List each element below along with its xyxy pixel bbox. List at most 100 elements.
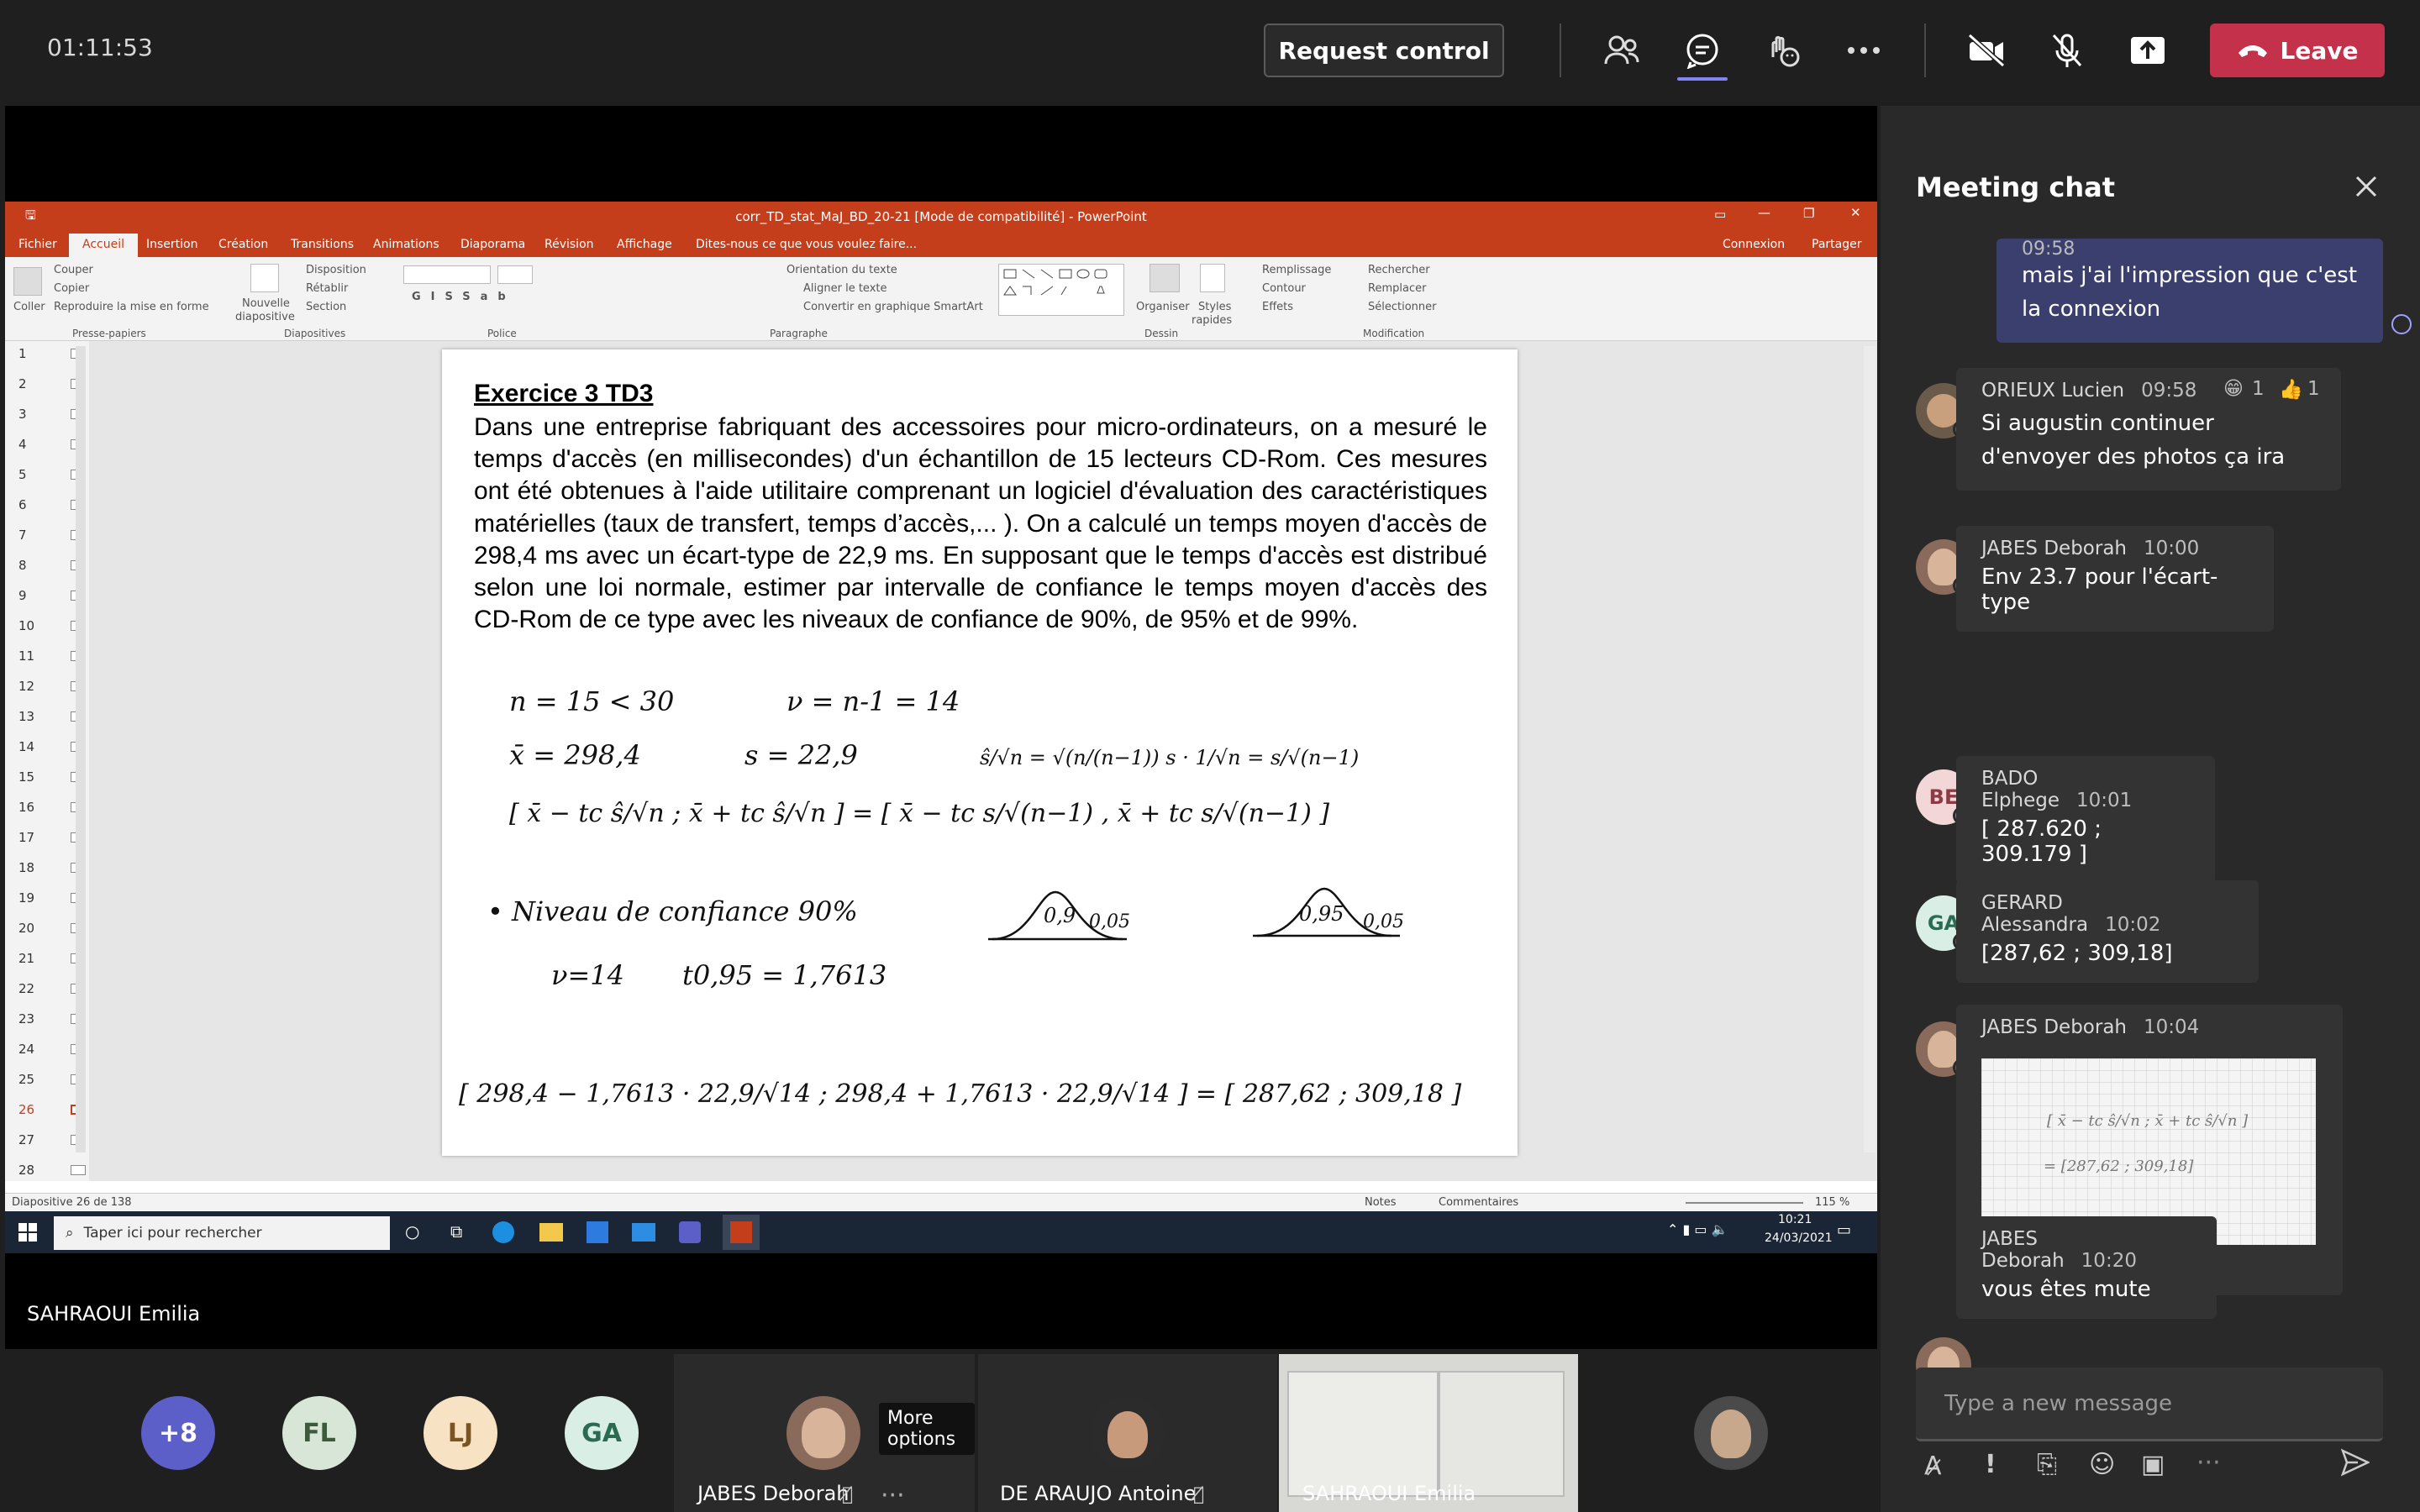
store-icon[interactable] xyxy=(587,1221,608,1243)
cortana-icon[interactable]: ○ xyxy=(405,1221,419,1242)
ribbon-display-icon[interactable]: ▭ xyxy=(1714,207,1726,222)
minimize-icon[interactable]: — xyxy=(1758,205,1770,220)
chat-message[interactable]: BADO Elphege 10:01 [ 287.620 ; 309.179 ] xyxy=(1956,756,2215,884)
more-options-icon[interactable]: ··· xyxy=(881,1481,905,1510)
close-icon[interactable] xyxy=(2341,161,2391,212)
sticker-icon[interactable]: ▣ xyxy=(2141,1450,2165,1479)
format-painter-button[interactable]: Reproduire la mise en forme xyxy=(54,301,209,313)
thumbnail-scrollbar[interactable] xyxy=(76,346,86,1152)
reset-button[interactable]: Rétablir xyxy=(306,282,348,295)
powerpoint-taskbar-button[interactable] xyxy=(723,1215,760,1250)
font-size-box[interactable] xyxy=(497,265,533,284)
arrange-icon[interactable] xyxy=(1150,264,1180,292)
paste-icon[interactable] xyxy=(13,267,42,296)
window-close-icon[interactable]: ✕ xyxy=(1850,205,1861,220)
align-text-button[interactable]: Aligner le texte xyxy=(803,282,886,295)
tab-creation[interactable]: Création xyxy=(218,238,268,251)
leave-button[interactable]: Leave xyxy=(2210,24,2385,77)
chat-message[interactable]: ORIEUX Lucien 09:58 😁 1 👍 1 Si augustin con… xyxy=(1956,368,2341,491)
copy-button[interactable]: Copier xyxy=(54,282,89,295)
quick-styles-icon[interactable] xyxy=(1200,264,1225,292)
tab-affichage[interactable]: Affichage xyxy=(617,238,672,251)
edge-icon[interactable] xyxy=(492,1221,514,1243)
powerpoint-titlebar: corr_TD_stat_MaJ_BD_20-21 [Mode de compa… xyxy=(5,202,1877,232)
format-icon[interactable]: A̷ xyxy=(1924,1452,1942,1481)
comments-button[interactable]: Commentaires xyxy=(1439,1196,1518,1209)
more-participants-button[interactable]: +8 xyxy=(141,1396,215,1470)
request-control-button[interactable]: Request control xyxy=(1264,24,1504,77)
thumbs-up-icon[interactable]: 👍 xyxy=(2279,378,2303,401)
chat-icon[interactable] xyxy=(1677,25,1728,81)
notifications-icon[interactable]: ▭ xyxy=(1837,1221,1851,1239)
tab-diaporama[interactable]: Diaporama xyxy=(460,238,525,251)
share-screen-icon[interactable] xyxy=(2123,25,2173,76)
mail-icon[interactable] xyxy=(632,1223,655,1242)
effects-button[interactable]: Effets xyxy=(1262,301,1293,313)
more-actions-icon[interactable] xyxy=(1839,25,1889,76)
font-name-box[interactable] xyxy=(403,265,491,284)
chat-compose-input[interactable]: Type a new message xyxy=(1916,1368,2383,1441)
shapes-gallery[interactable] xyxy=(998,264,1124,316)
zoom-level[interactable]: 115 % xyxy=(1815,1196,1849,1209)
tab-accueil[interactable]: Accueil xyxy=(69,234,138,257)
participant-tile-sahraoui[interactable]: SAHRAOUI Emilia xyxy=(1279,1354,1578,1512)
share-link[interactable]: Partager xyxy=(1812,238,1861,251)
tab-revision[interactable]: Révision xyxy=(544,238,594,251)
important-icon[interactable]: ! xyxy=(1985,1450,1996,1479)
outline-button[interactable]: Contour xyxy=(1262,282,1306,295)
more-compose-icon[interactable]: ··· xyxy=(2196,1448,2221,1478)
chat-message[interactable]: JABES Deborah 10:00 Env 23.7 pour l'écart… xyxy=(1956,526,2274,632)
tab-fichier[interactable]: Fichier xyxy=(18,238,57,251)
fill-button[interactable]: Remplissage xyxy=(1262,264,1331,276)
participant-lj[interactable]: LJ xyxy=(424,1396,497,1470)
send-icon[interactable] xyxy=(2340,1448,2370,1480)
connexion-link[interactable]: Connexion xyxy=(1723,238,1785,251)
chat-message[interactable]: GERARD Alessandra 10:02 [287,62 ; 309,18] xyxy=(1956,880,2259,983)
chat-message[interactable]: JABES Deborah 10:20 vous êtes mute xyxy=(1956,1216,2217,1319)
windows-search-box[interactable]: ⌕ Taper ici pour rechercher xyxy=(54,1216,390,1250)
mic-muted-icon[interactable] xyxy=(2042,25,2092,76)
new-slide-label-2[interactable]: diapositive xyxy=(235,311,295,323)
tab-transitions[interactable]: Transitions xyxy=(291,238,354,251)
file-explorer-icon[interactable] xyxy=(539,1223,563,1242)
smartart-button[interactable]: Convertir en graphique SmartArt xyxy=(803,301,983,313)
grin-emoji-icon[interactable]: 😁 xyxy=(2223,378,2244,400)
section-button[interactable]: Section xyxy=(306,301,346,313)
participant-ga[interactable]: GA xyxy=(565,1396,639,1470)
emoji-icon[interactable]: ☺ xyxy=(2089,1450,2115,1479)
teams-app-icon[interactable] xyxy=(679,1221,701,1243)
participant-tile-unknown[interactable] xyxy=(1580,1354,1881,1512)
slide-number: 24 xyxy=(18,1042,35,1057)
tab-insertion[interactable]: Insertion xyxy=(146,238,197,251)
participant-tile-jabes[interactable]: JABES Deborah 🎙̸ ··· More options xyxy=(674,1354,975,1512)
layout-button[interactable]: Disposition xyxy=(306,264,366,276)
tab-animations[interactable]: Animations xyxy=(373,238,439,251)
new-slide-icon[interactable] xyxy=(250,264,279,292)
task-view-icon[interactable]: ⧉ xyxy=(450,1221,462,1242)
replace-button[interactable]: Remplacer xyxy=(1368,282,1426,295)
restore-icon[interactable]: ❐ xyxy=(1803,206,1814,221)
font-style-buttons[interactable]: GISSab xyxy=(412,291,516,303)
quick-styles-label-2[interactable]: rapides xyxy=(1192,314,1232,327)
participant-tile-dearaujo[interactable]: DE ARAUJO Antoine 🎙̸ xyxy=(978,1354,1277,1512)
windows-start-icon[interactable] xyxy=(18,1223,37,1242)
slide-thumbnail[interactable]: 28 xyxy=(18,1163,86,1178)
quick-styles-label[interactable]: Styles xyxy=(1198,301,1231,313)
participant-fl[interactable]: FL xyxy=(282,1396,356,1470)
new-slide-label[interactable]: Nouvelle xyxy=(242,297,290,310)
camera-off-icon[interactable] xyxy=(1961,25,2012,76)
arrange-label[interactable]: Organiser xyxy=(1136,301,1190,313)
cut-button[interactable]: Couper xyxy=(54,264,93,276)
tell-me-box[interactable]: Dites-nous ce que vous voulez faire... xyxy=(696,238,917,251)
find-button[interactable]: Rechercher xyxy=(1368,264,1430,276)
reactions-icon[interactable] xyxy=(1758,25,1808,76)
slide-scrollbar[interactable] xyxy=(1864,346,1876,1152)
save-icon[interactable]: 🖫 xyxy=(25,207,36,228)
attach-icon[interactable]: ⎘ xyxy=(2037,1450,2057,1479)
select-button[interactable]: Sélectionner xyxy=(1368,301,1437,313)
notes-button[interactable]: Notes xyxy=(1365,1196,1397,1209)
participants-icon[interactable] xyxy=(1597,25,1647,76)
tray-icons[interactable]: ⌃ ▮ ▭ 🔈 xyxy=(1667,1221,1728,1237)
text-direction-button[interactable]: Orientation du texte xyxy=(786,264,897,276)
zoom-slider[interactable] xyxy=(1686,1202,1803,1204)
